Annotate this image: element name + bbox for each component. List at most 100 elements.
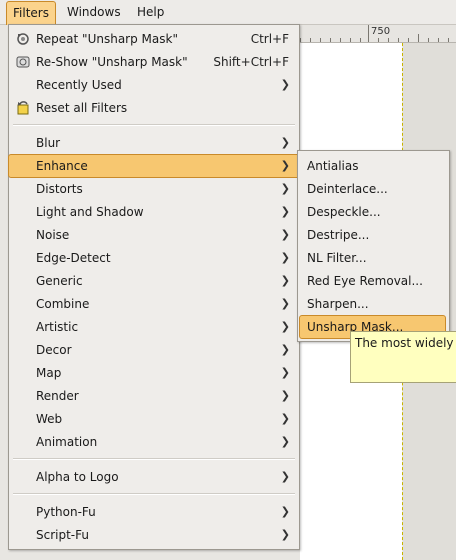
menu-item-label: Artistic — [36, 320, 79, 334]
menu-item-label: Decor — [36, 343, 72, 357]
menu-item-combine[interactable]: Combine ❯ — [9, 293, 299, 315]
tooltip: The most widely — [350, 331, 456, 383]
menu-item-reset-filters[interactable]: Reset all Filters — [9, 97, 299, 119]
submenu-arrow-icon: ❯ — [280, 343, 290, 356]
ruler-minor-tick — [360, 38, 361, 42]
menu-item-accelerator: Shift+Ctrl+F — [213, 55, 289, 69]
menu-item-label: Render — [36, 389, 79, 403]
menu-item-label: Animation — [36, 435, 98, 449]
menu-item-render[interactable]: Render ❯ — [9, 385, 299, 407]
submenu-arrow-icon: ❯ — [280, 435, 290, 448]
ruler-minor-tick — [398, 38, 399, 42]
menu-item-decor[interactable]: Decor ❯ — [9, 339, 299, 361]
menu-item-label: Red Eye Removal... — [307, 274, 423, 288]
menu-item-label: Enhance — [36, 159, 88, 173]
ruler-minor-tick — [388, 38, 389, 42]
ruler-minor-tick — [408, 38, 409, 42]
menu-item-label: Deinterlace... — [307, 182, 388, 196]
menu-item-blur[interactable]: Blur ❯ — [9, 132, 299, 154]
ruler-minor-tick — [428, 38, 429, 42]
menu-item-label: Blur — [36, 136, 61, 150]
submenu-arrow-icon: ❯ — [280, 528, 290, 541]
menu-item-label: Repeat "Unsharp Mask" — [36, 32, 178, 46]
menu-item-script-fu[interactable]: Script-Fu ❯ — [9, 524, 299, 546]
ruler-minor-tick — [340, 38, 341, 42]
menu-item-recently-used[interactable]: Recently Used ❯ — [9, 74, 299, 96]
menu-item-enhance[interactable]: Enhance ❯ — [8, 154, 300, 178]
filters-menu: Repeat "Unsharp Mask" Ctrl+F Re-Show "Un… — [8, 24, 300, 550]
menu-item-label: Recently Used — [36, 78, 122, 92]
horizontal-ruler: 750 — [300, 25, 456, 43]
menu-item-label: Alpha to Logo — [36, 470, 119, 484]
submenu-arrow-icon: ❯ — [280, 228, 290, 241]
repeat-filter-icon — [15, 31, 31, 47]
menu-filters[interactable]: Filters — [6, 1, 56, 25]
menu-item-artistic[interactable]: Artistic ❯ — [9, 316, 299, 338]
menu-item-label: Antialias — [307, 159, 359, 173]
menu-item-label: Despeckle... — [307, 205, 381, 219]
menu-item-label: Sharpen... — [307, 297, 369, 311]
menu-item-label: Re-Show "Unsharp Mask" — [36, 55, 188, 69]
ruler-minor-tick — [310, 38, 311, 42]
menu-item-label: Web — [36, 412, 63, 426]
menu-item-label: Python-Fu — [36, 505, 96, 519]
menu-separator — [13, 124, 295, 126]
submenu-arrow-icon: ❯ — [280, 412, 290, 425]
menu-item-label: Script-Fu — [36, 528, 89, 542]
menu-item-web[interactable]: Web ❯ — [9, 408, 299, 430]
menu-windows[interactable]: Windows — [61, 2, 127, 22]
ruler-minor-tick — [378, 38, 379, 42]
submenu-item-nl-filter[interactable]: NL Filter... — [298, 247, 449, 269]
ruler-minor-tick — [418, 34, 419, 42]
menu-item-animation[interactable]: Animation ❯ — [9, 431, 299, 453]
submenu-arrow-icon: ❯ — [280, 389, 290, 402]
menu-separator — [13, 493, 295, 495]
menu-item-label: Light and Shadow — [36, 205, 144, 219]
menu-item-distorts[interactable]: Distorts ❯ — [9, 178, 299, 200]
menu-item-generic[interactable]: Generic ❯ — [9, 270, 299, 292]
menu-item-edge-detect[interactable]: Edge-Detect ❯ — [9, 247, 299, 269]
menu-item-repeat-filter[interactable]: Repeat "Unsharp Mask" Ctrl+F — [9, 28, 299, 50]
submenu-arrow-icon: ❯ — [280, 182, 290, 195]
menu-item-noise[interactable]: Noise ❯ — [9, 224, 299, 246]
enhance-submenu: Antialias Deinterlace... Despeckle... De… — [297, 150, 450, 342]
ruler-major-tick — [368, 25, 369, 42]
ruler-minor-tick — [350, 38, 351, 42]
reshow-filter-icon — [15, 54, 31, 70]
submenu-arrow-icon: ❯ — [280, 320, 290, 333]
menu-item-alpha-to-logo[interactable]: Alpha to Logo ❯ — [9, 466, 299, 488]
submenu-item-despeckle[interactable]: Despeckle... — [298, 201, 449, 223]
menu-item-light-and-shadow[interactable]: Light and Shadow ❯ — [9, 201, 299, 223]
menu-item-map[interactable]: Map ❯ — [9, 362, 299, 384]
menu-help[interactable]: Help — [131, 2, 170, 22]
submenu-arrow-icon: ❯ — [280, 205, 290, 218]
menu-item-python-fu[interactable]: Python-Fu ❯ — [9, 501, 299, 523]
submenu-arrow-icon: ❯ — [280, 274, 290, 287]
submenu-item-destripe[interactable]: Destripe... — [298, 224, 449, 246]
reset-filters-icon — [15, 100, 31, 116]
submenu-arrow-icon: ❯ — [280, 136, 290, 149]
submenu-item-sharpen[interactable]: Sharpen... — [298, 293, 449, 315]
menu-separator — [13, 458, 295, 460]
submenu-arrow-icon: ❯ — [280, 251, 290, 264]
menu-item-label: Edge-Detect — [36, 251, 111, 265]
menu-item-label: Noise — [36, 228, 70, 242]
menu-item-label: Destripe... — [307, 228, 370, 242]
submenu-arrow-icon: ❯ — [280, 505, 290, 518]
menu-item-label: Reset all Filters — [36, 101, 128, 115]
menu-item-label: NL Filter... — [307, 251, 367, 265]
submenu-item-deinterlace[interactable]: Deinterlace... — [298, 178, 449, 200]
ruler-minor-tick — [438, 38, 439, 42]
submenu-item-antialias[interactable]: Antialias — [298, 155, 449, 177]
menu-item-accelerator: Ctrl+F — [250, 32, 289, 46]
tooltip-text: The most widely — [355, 336, 454, 350]
ruler-minor-tick — [300, 38, 301, 42]
ruler-minor-tick — [448, 38, 449, 42]
submenu-item-red-eye-removal[interactable]: Red Eye Removal... — [298, 270, 449, 292]
menu-item-label: Distorts — [36, 182, 83, 196]
submenu-arrow-icon: ❯ — [280, 366, 290, 379]
menu-item-reshow-filter[interactable]: Re-Show "Unsharp Mask" Shift+Ctrl+F — [9, 51, 299, 73]
menu-item-label: Combine — [36, 297, 90, 311]
menu-item-label: Generic — [36, 274, 83, 288]
menubar: Filters Windows Help — [0, 0, 456, 25]
